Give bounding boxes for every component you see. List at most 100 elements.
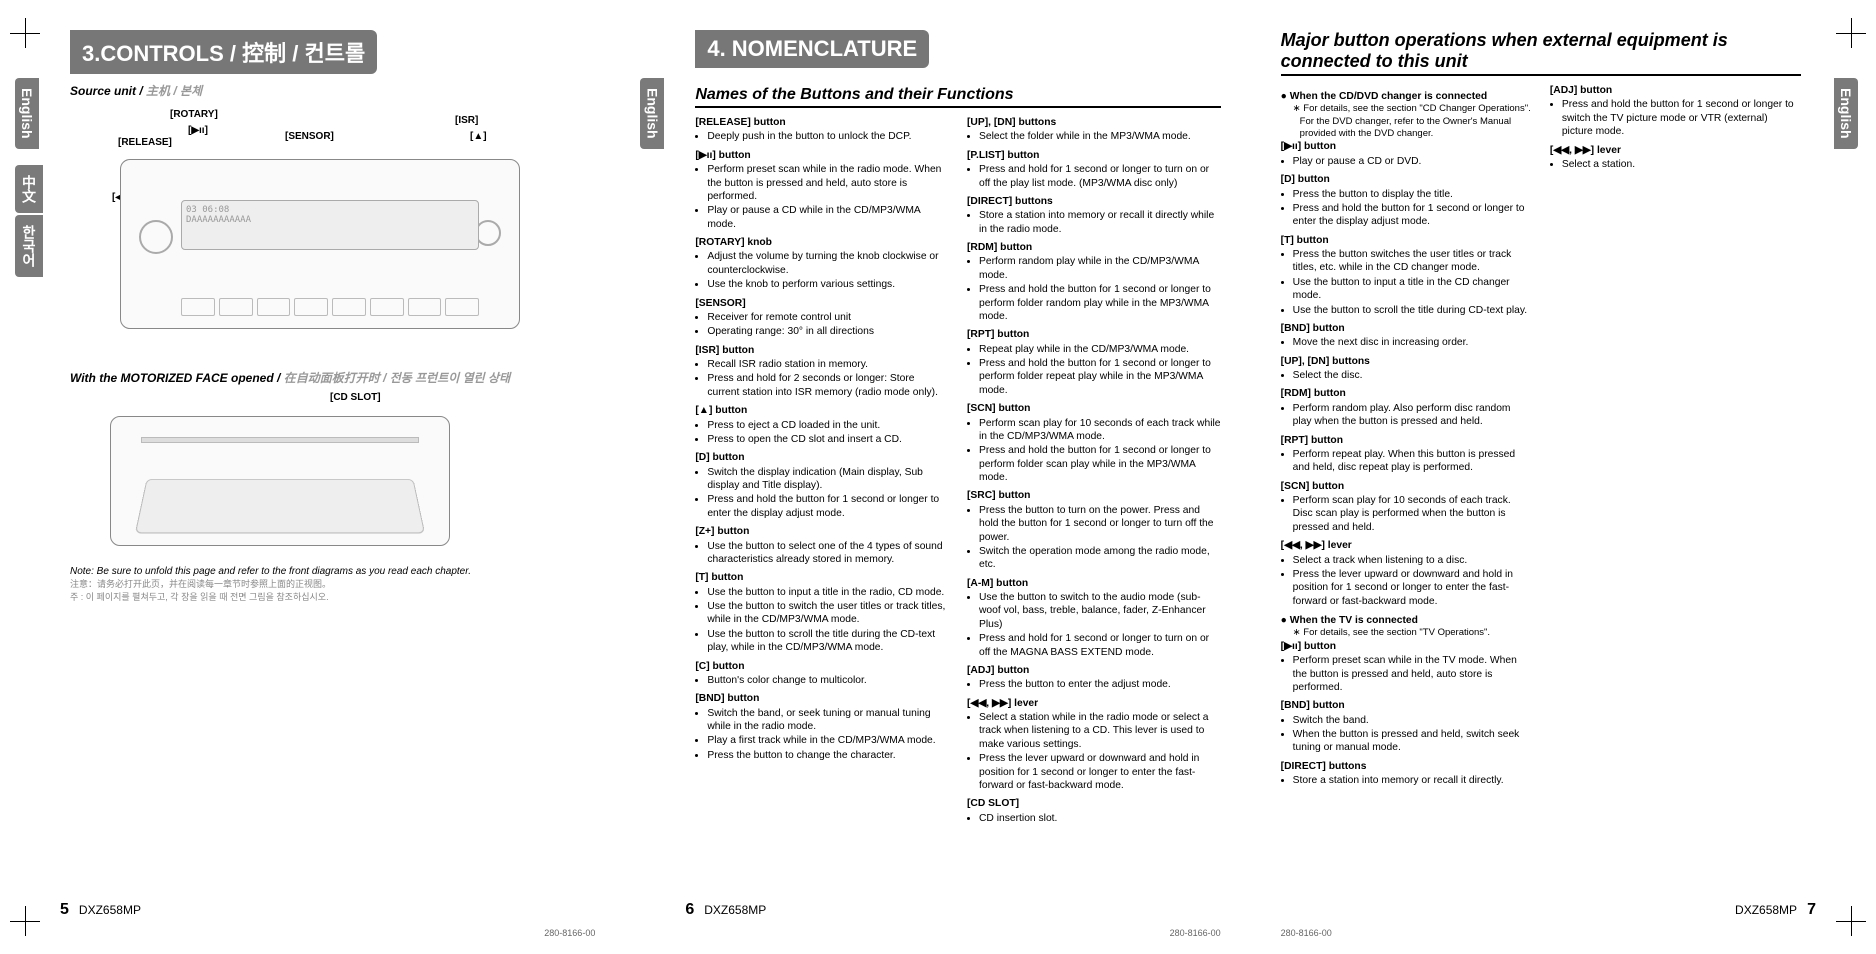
p7r-heading: [◀◀, ▶▶] lever	[1550, 144, 1801, 157]
p6c1-item: Press the button to change the character…	[707, 749, 949, 762]
lang-tab-chinese: 中文	[15, 165, 43, 213]
page-6: English 4. NOMENCLATURE Names of the But…	[625, 0, 1250, 954]
p6c2-heading: [A-M] button	[967, 577, 1221, 590]
p6c2-item: Press and hold the button for 1 second o…	[979, 283, 1221, 323]
section-title-controls: 3.CONTROLS / 控制 / 컨트롤	[70, 30, 377, 74]
p7l1-item: Perform random play. Also perform disc r…	[1293, 402, 1532, 429]
p7l2-list: Perform preset scan while in the TV mode…	[1281, 654, 1532, 694]
p6c2-item: Use the button to switch to the audio mo…	[979, 591, 1221, 631]
p7l1-item: Perform scan play for 10 seconds of each…	[1293, 494, 1532, 534]
p6c2-item: Press and hold the button for 1 second o…	[979, 444, 1221, 484]
p6c2-list: Press the button to enter the adjust mod…	[967, 678, 1221, 691]
p7l1-item: Use the button to scroll the title durin…	[1293, 304, 1532, 317]
model-code: DXZ658MP	[704, 903, 766, 917]
note-cd-changer: For details, see the section "CD Changer…	[1293, 103, 1532, 140]
p6c2-item: Press and hold the button for 1 second o…	[979, 357, 1221, 397]
p7l2-heading: [BND] button	[1281, 699, 1532, 712]
p6c2-item: Repeat play while in the CD/MP3/WMA mode…	[979, 343, 1221, 356]
manual-spread: English 中文 한국어 3.CONTROLS / 控制 / 컨트롤 Sou…	[0, 0, 1876, 954]
p7l2-item: When the button is pressed and held, swi…	[1293, 728, 1532, 755]
subhead-cd-dvd-changer: When the CD/DVD changer is connected	[1281, 90, 1532, 103]
p7l2-list: Switch the band.When the button is press…	[1281, 714, 1532, 755]
p6c1-list: Deeply push in the button to unlock the …	[695, 130, 949, 143]
p6c2-item: Switch the operation mode among the radi…	[979, 545, 1221, 572]
p6c1-list: Receiver for remote control unitOperatin…	[695, 311, 949, 339]
p7l2-item: Perform preset scan while in the TV mode…	[1293, 654, 1532, 694]
page7-column-1: When the CD/DVD changer is connected For…	[1281, 84, 1532, 791]
p6c2-item: Press the lever upward or downward and h…	[979, 752, 1221, 792]
openface-en: With the MOTORIZED FACE opened /	[70, 371, 280, 385]
p6c1-heading: [T] button	[695, 571, 949, 584]
p6c1-list: Recall ISR radio station in memory.Press…	[695, 358, 949, 399]
p7l1-item: Use the button to input a title in the C…	[1293, 276, 1532, 303]
p6c1-list: Switch the band, or seek tuning or manua…	[695, 707, 949, 763]
p7l1-heading: [T] button	[1281, 234, 1532, 247]
note-tv-ops: For details, see the section "TV Operati…	[1293, 627, 1532, 639]
face-panel-graphic	[135, 479, 425, 533]
p6c2-list: Repeat play while in the CD/MP3/WMA mode…	[967, 343, 1221, 398]
p6c1-list: Adjust the volume by turning the knob cl…	[695, 250, 949, 291]
p6c2-list: CD insertion slot.	[967, 812, 1221, 825]
p6c1-list: Use the button to input a title in the r…	[695, 586, 949, 655]
p6c2-item: Press the button to turn on the power. P…	[979, 504, 1221, 544]
p6c2-heading: [SCN] button	[967, 402, 1221, 415]
p6c2-list: Press and hold for 1 second or longer to…	[967, 163, 1221, 190]
p7l1-heading: [▶ıı] button	[1281, 140, 1532, 153]
p6c1-item: Receiver for remote control unit	[707, 311, 949, 324]
p7r-list: Press and hold the button for 1 second o…	[1550, 98, 1801, 138]
p7l1-heading: [SCN] button	[1281, 480, 1532, 493]
p6c1-list: Switch the display indication (Main disp…	[695, 466, 949, 521]
model-code: DXZ658MP	[1735, 903, 1797, 917]
p6c1-heading: [Z+] button	[695, 525, 949, 538]
divider	[1281, 74, 1801, 76]
openface-ko: 전동 프런트이 열린 상태	[390, 371, 510, 385]
p6c1-heading: [BND] button	[695, 692, 949, 705]
note-unfold-ko: 주 : 이 페이지를 펼쳐두고, 각 장을 읽을 때 전면 그림을 참조하십시오…	[70, 590, 585, 603]
lang-tab-english: English	[640, 78, 664, 149]
p7l1-heading: [◀◀, ▶▶] lever	[1281, 539, 1532, 552]
callout-play: [▶ıı]	[188, 125, 208, 136]
p7l1-heading: [D] button	[1281, 173, 1532, 186]
p7l2-heading: [▶ıı] button	[1281, 640, 1532, 653]
note-unfold: Note: Be sure to unfold this page and re…	[70, 566, 585, 577]
subtitle-en: Source unit /	[70, 84, 143, 98]
p7l2-heading: [DIRECT] buttons	[1281, 760, 1532, 773]
subsection-button-names: Names of the Buttons and their Functions	[695, 86, 1220, 104]
p6c1-item: Use the button to switch the user titles…	[707, 600, 949, 627]
page7-column-2: [ADJ] buttonPress and hold the button fo…	[1550, 84, 1801, 791]
p6c1-item: Use the button to input a title in the r…	[707, 586, 949, 599]
p6c2-list: Select the folder while in the MP3/WMA m…	[967, 130, 1221, 143]
callout-release: [RELEASE]	[118, 137, 172, 148]
page6-column-2: [UP], [DN] buttonsSelect the folder whil…	[967, 116, 1221, 828]
p6c1-heading: [SENSOR]	[695, 297, 949, 310]
page-number: 5 DXZ658MP	[60, 901, 141, 919]
p6c1-heading: [▲] button	[695, 404, 949, 417]
p7r-item: Press and hold the button for 1 second o…	[1562, 98, 1801, 138]
p7l1-list: Play or pause a CD or DVD.	[1281, 155, 1532, 168]
p6c1-item: Use the button to scroll the title durin…	[707, 628, 949, 655]
subhead-tv-connected: When the TV is connected	[1281, 614, 1532, 627]
p6c2-item: Press and hold for 1 second or longer to…	[979, 163, 1221, 190]
p7l1-list: Select a track when listening to a disc.…	[1281, 554, 1532, 609]
openface-zh: 在自动面板打开时 /	[284, 371, 387, 385]
p6c1-item: Press to eject a CD loaded in the unit.	[707, 419, 949, 432]
p6c1-item: Press and hold the button for 1 second o…	[707, 493, 949, 520]
p7r-item: Select a station.	[1562, 158, 1801, 171]
p6c1-heading: [C] button	[695, 660, 949, 673]
p6c2-heading: [CD SLOT]	[967, 797, 1221, 810]
p7l2-item: Switch the band.	[1293, 714, 1532, 727]
p6c2-heading: [ADJ] button	[967, 664, 1221, 677]
lang-tab-english: English	[1834, 78, 1858, 149]
p6c1-heading: [RELEASE] button	[695, 116, 949, 129]
p6c1-item: Deeply push in the button to unlock the …	[707, 130, 949, 143]
p7l1-list: Perform scan play for 10 seconds of each…	[1281, 494, 1532, 534]
callout-isr: [ISR]	[455, 115, 478, 126]
callout-sensor: [SENSOR]	[285, 131, 334, 142]
p7r-heading: [ADJ] button	[1550, 84, 1801, 97]
p6c2-item: Press and hold for 1 second or longer to…	[979, 632, 1221, 659]
p6c1-item: Press and hold for 2 seconds or longer: …	[707, 372, 949, 399]
p7l1-list: Perform random play. Also perform disc r…	[1281, 402, 1532, 429]
p7l1-list: Perform repeat play. When this button is…	[1281, 448, 1532, 475]
part-code: 280-8166-00	[544, 928, 595, 938]
p6c1-heading: [ROTARY] knob	[695, 236, 949, 249]
